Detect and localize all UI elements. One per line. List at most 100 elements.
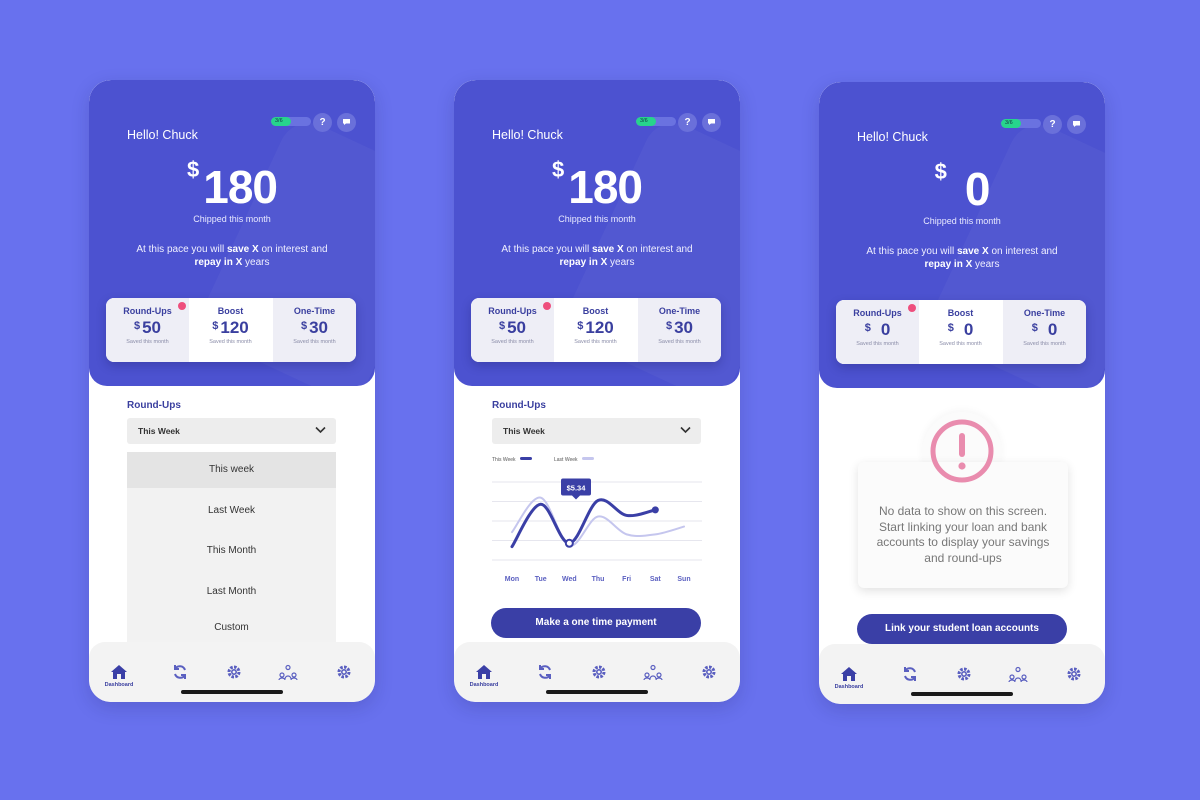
chat-icon (343, 119, 350, 125)
progress-bar: 3/6 (636, 117, 676, 126)
home-indicator (911, 692, 1013, 696)
help-button[interactable]: ? (1043, 115, 1062, 134)
x-tick-label: Tue (534, 576, 547, 583)
chevron-down-icon (680, 426, 691, 434)
option-last-month[interactable]: Last Month (127, 574, 336, 610)
tab-settings-b[interactable] (698, 664, 720, 686)
chat-button[interactable] (702, 113, 721, 132)
home-icon (841, 667, 857, 681)
chevron-down-icon (315, 426, 326, 434)
card-one-time[interactable]: One-Time $0 Saved this month (1003, 300, 1086, 364)
refresh-icon (539, 665, 551, 679)
chipped-label: Chipped this month (923, 216, 1001, 226)
x-tick-label: Sat (649, 576, 661, 583)
tab-sync[interactable] (534, 664, 556, 686)
chipped-amount: 180 (568, 161, 643, 213)
tab-settings-a[interactable] (588, 664, 610, 686)
series-line-this-week (510, 498, 657, 549)
chat-icon (1073, 121, 1080, 127)
card-round-ups[interactable]: Round-Ups $50 Saved this month (106, 298, 189, 362)
roundups-line-chart: $5.34 (492, 478, 702, 561)
currency-symbol: $ (552, 157, 565, 182)
legend-last-week: Last Week (554, 457, 594, 463)
link-loan-accounts-button[interactable]: Link your student loan accounts (857, 614, 1067, 644)
progress-label: 3/6 (1005, 120, 1013, 126)
round-ups-heading: Round-Ups (127, 400, 181, 411)
home-icon (111, 665, 127, 679)
data-point-wed (564, 538, 574, 548)
summary-header: Hello! Chuck 3/6 ? $180 Chipped this mon… (454, 80, 740, 386)
data-point-end (651, 506, 659, 514)
phone-screen-dropdown: Hello! Chuck 3/6 ? $180 Chipped this mon… (89, 80, 375, 702)
card-boost[interactable]: Boost $120 Saved this month (554, 298, 637, 362)
option-custom[interactable]: Custom (127, 610, 336, 646)
greeting: Hello! Chuck (127, 128, 198, 142)
tooltip-text: $5.34 (567, 483, 587, 492)
gear-icon (592, 665, 606, 679)
people-icon (643, 664, 663, 680)
option-this-week[interactable]: This week (127, 452, 336, 488)
card-boost[interactable]: Boost $120 Saved this month (189, 298, 272, 362)
tab-sync[interactable] (899, 666, 921, 688)
refresh-icon (904, 667, 916, 681)
tab-community[interactable] (1007, 666, 1029, 688)
gear-icon (1067, 667, 1081, 681)
chipped-label: Chipped this month (193, 214, 271, 224)
x-tick-label: Sun (677, 576, 691, 583)
value-tooltip: $5.34 (561, 478, 591, 500)
currency-symbol: $ (934, 159, 947, 184)
summary-header: Hello! Chuck 3/6 ? $0 Chipped this month… (819, 82, 1105, 388)
option-this-month[interactable]: This Month (127, 533, 336, 569)
amount-display: $180 (454, 157, 740, 214)
gear-icon (702, 665, 716, 679)
gear-icon (957, 667, 971, 681)
card-round-ups[interactable]: Round-Ups $0 Saved this month (836, 300, 919, 364)
savings-cards: Round-Ups $50 Saved this month Boost $120 Sa… (106, 298, 356, 362)
tab-community[interactable] (277, 664, 299, 686)
x-tick-label: Thu (591, 576, 605, 583)
tab-community[interactable] (642, 664, 664, 686)
chipped-amount: 180 (203, 161, 278, 213)
warning-icon (930, 419, 994, 483)
chat-button[interactable] (337, 113, 356, 132)
tab-sync[interactable] (169, 664, 191, 686)
tab-dashboard[interactable]: Dashboard (105, 664, 133, 688)
pace-text: At this pace you will save X on interest… (501, 244, 693, 268)
summary-header: Hello! Chuck 3/6 ? $180 Chipped this mon… (89, 80, 375, 386)
currency-symbol: $ (187, 157, 200, 182)
refresh-icon (174, 665, 186, 679)
amount-display: $0 (819, 159, 1105, 216)
option-last-week[interactable]: Last Week (127, 493, 336, 529)
help-button[interactable]: ? (678, 113, 697, 132)
amount-display: $180 (89, 157, 375, 214)
tab-settings-a[interactable] (223, 664, 245, 686)
one-time-payment-button[interactable]: Make a one time payment (491, 608, 701, 638)
gear-icon (337, 665, 351, 679)
card-one-time[interactable]: One-Time $30 Saved this month (638, 298, 721, 362)
home-indicator (181, 690, 283, 694)
card-round-ups[interactable]: Round-Ups $50 Saved this month (471, 298, 554, 362)
phone-screen-empty: Hello! Chuck 3/6 ? $0 Chipped this month… (819, 82, 1105, 704)
tab-dashboard[interactable]: Dashboard (835, 666, 863, 690)
card-one-time[interactable]: One-Time $30 Saved this month (273, 298, 356, 362)
progress-label: 3/6 (275, 118, 283, 124)
tab-settings-b[interactable] (333, 664, 355, 686)
period-select[interactable]: This Week (127, 418, 336, 444)
round-ups-heading: Round-Ups (492, 400, 546, 411)
pace-text: At this pace you will save X on interest… (136, 244, 328, 268)
legend-this-week: This Week (492, 457, 532, 463)
help-button[interactable]: ? (313, 113, 332, 132)
tab-settings-b[interactable] (1063, 666, 1085, 688)
x-tick-label: Mon (504, 576, 520, 583)
period-select[interactable]: This Week (492, 418, 701, 444)
tab-settings-a[interactable] (953, 666, 975, 688)
card-boost[interactable]: Boost $0 Saved this month (919, 300, 1002, 364)
phone-screen-chart: Hello! Chuck 3/6 ? $180 Chipped this mon… (454, 80, 740, 702)
notification-dot (178, 302, 186, 310)
empty-state-message: No data to show on this screen. Start li… (876, 504, 1050, 565)
tab-dashboard[interactable]: Dashboard (470, 664, 498, 688)
people-icon (278, 664, 298, 680)
greeting: Hello! Chuck (857, 130, 928, 144)
greeting: Hello! Chuck (492, 128, 563, 142)
chat-button[interactable] (1067, 115, 1086, 134)
